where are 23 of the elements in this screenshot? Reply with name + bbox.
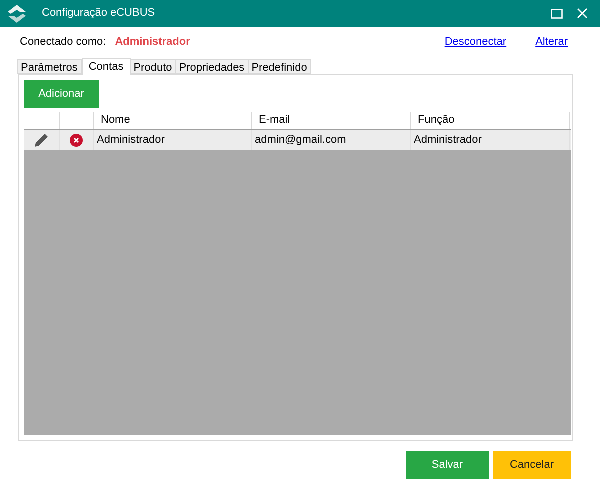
link[interactable]: Alterar	[536, 34, 568, 50]
pencil-icon[interactable]	[34, 132, 49, 148]
user-name: Administrador	[115, 34, 190, 50]
column-header[interactable]: Função	[418, 112, 455, 129]
table-cell-text: Administrador	[97, 132, 165, 148]
tab[interactable]: Produto	[130, 59, 176, 74]
tab[interactable]: Parâmetros	[17, 59, 82, 74]
tab[interactable]: Predefinido	[248, 59, 312, 74]
column-header[interactable]: Nome	[101, 112, 130, 129]
window-title: Configuração eCUBUS	[42, 6, 156, 22]
maximize-icon[interactable]	[551, 8, 563, 18]
app-logo-icon	[7, 4, 27, 24]
link[interactable]: Desconectar	[444, 34, 507, 50]
close-icon[interactable]	[577, 8, 588, 19]
tab[interactable]: Propriedades	[175, 59, 249, 74]
connected-label: Conectado como:	[20, 34, 106, 50]
tab[interactable]: Contas	[82, 58, 131, 75]
cancel-button[interactable]: Cancelar	[493, 451, 571, 479]
table-row[interactable]: Administrador admin@gmail.com Administrador	[24, 130, 571, 150]
column-header[interactable]: E-mail	[259, 112, 290, 129]
delete-icon[interactable]	[70, 134, 83, 146]
table-cell-text: Administrador	[414, 132, 482, 148]
table-cell-text: admin@gmail.com	[255, 132, 346, 148]
